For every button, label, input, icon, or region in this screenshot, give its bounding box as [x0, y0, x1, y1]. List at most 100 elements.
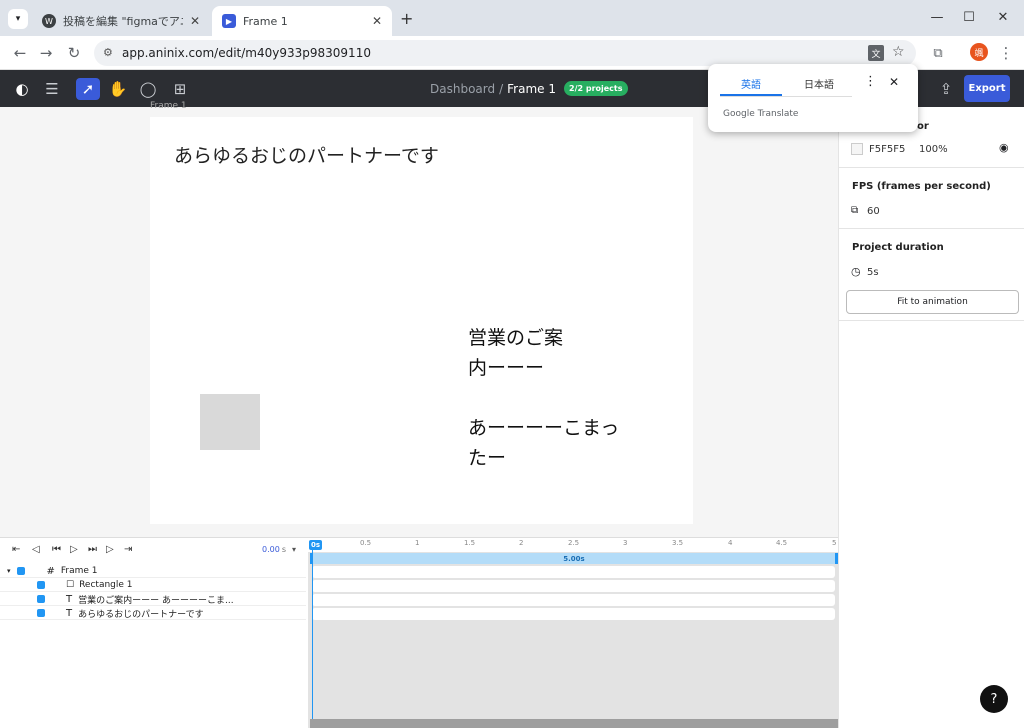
translate-tab-english[interactable]: 英語 — [741, 76, 761, 91]
breadcrumb-frame: Frame 1 — [507, 81, 556, 96]
close-tab-icon[interactable]: ✕ — [190, 14, 200, 28]
tab-title: Frame 1 — [243, 14, 288, 28]
time-input[interactable]: 0.00 s ▾ — [262, 545, 296, 554]
select-tool-icon[interactable]: ➚ — [76, 78, 100, 100]
track-row[interactable] — [312, 608, 835, 620]
tab-edit-post[interactable]: W 投稿を編集 "figmaでアニメーショ ✕ — [32, 6, 210, 36]
google-translate-brand: Google Translate — [723, 109, 799, 119]
timeline-scrollbar[interactable] — [310, 719, 838, 728]
tick-label: 4.5 — [776, 539, 788, 547]
translate-icon[interactable]: 文 — [868, 45, 884, 61]
duration-value[interactable]: 5s — [867, 267, 879, 278]
go-to-end-icon[interactable]: ⇥ — [124, 544, 132, 555]
tab-title: 投稿を編集 "figmaでアニメーショ — [63, 15, 183, 28]
hand-tool-icon[interactable]: ✋ — [106, 78, 130, 100]
expand-icon[interactable]: ▾ — [7, 567, 11, 575]
layer-row-rectangle[interactable]: ☐ Rectangle 1 — [0, 579, 306, 592]
aninix-icon: ▶ — [222, 14, 236, 28]
bookmark-star-icon[interactable]: ☆ — [892, 44, 905, 60]
export-button[interactable]: Export — [964, 75, 1010, 102]
frame[interactable]: あらゆるおじのパートナーです 営業のご案 内ーーー あーーーーこまっ たー — [150, 117, 693, 524]
chevron-down-icon[interactable]: ▾ — [292, 545, 296, 554]
tick-label: 3 — [623, 539, 628, 547]
back-icon[interactable]: ← — [8, 41, 32, 65]
translate-divider — [720, 96, 852, 97]
fps-value[interactable]: 60 — [867, 206, 880, 217]
text-line: たー — [468, 447, 507, 469]
tab-frame-1[interactable]: ▶ Frame 1 ✕ — [212, 6, 392, 36]
fit-to-animation-button[interactable]: Fit to animation — [846, 290, 1019, 314]
clock-icon: ◷ — [851, 265, 861, 278]
frame-text-sales[interactable]: 営業のご案 内ーーー あーーーーこまっ たー — [468, 323, 619, 473]
forward-icon[interactable]: → — [34, 41, 58, 65]
color-hex[interactable]: F5F5F5 — [869, 144, 905, 155]
layer-row-text-partner[interactable]: T あらゆるおじのパートナーです — [0, 607, 306, 620]
translate-close-icon[interactable]: ✕ — [889, 75, 899, 89]
color-opacity[interactable]: 100% — [919, 144, 948, 155]
text-line: 内ーーー — [468, 357, 545, 379]
reload-icon[interactable]: ↻ — [62, 41, 86, 65]
text-line: 営業のご案 — [468, 327, 564, 349]
layer-color — [37, 581, 45, 589]
help-button[interactable]: ? — [980, 685, 1008, 713]
layer-row-frame[interactable]: ▾ # Frame 1 — [0, 565, 306, 578]
tick-label: 0s — [309, 540, 323, 550]
text-icon: T — [66, 593, 73, 605]
layer-color — [37, 595, 45, 603]
frame-rectangle[interactable] — [200, 394, 260, 450]
tick-label: 1 — [415, 539, 420, 547]
go-to-start-icon[interactable]: ⇤ — [12, 544, 20, 555]
menu-icon[interactable]: ☰ — [40, 78, 64, 100]
duration-bar[interactable]: 5.00s — [310, 553, 838, 564]
image-tool-icon[interactable]: ⊞ — [168, 78, 192, 100]
translate-more-icon[interactable]: ⋮ — [864, 74, 877, 89]
playhead[interactable] — [312, 550, 313, 728]
comment-tool-icon[interactable]: ◯ — [136, 78, 160, 100]
tick-label: 4 — [728, 539, 733, 547]
layer-name: Rectangle 1 — [79, 580, 133, 590]
url-text: app.aninix.com/edit/m40y933p98309110 — [122, 46, 371, 60]
translate-tab-japanese[interactable]: 日本語 — [804, 76, 834, 91]
step-back-icon[interactable]: ⏮ — [52, 544, 61, 555]
text-line — [468, 383, 619, 413]
next-keyframe-icon[interactable]: ▷ — [106, 544, 114, 555]
maximize-icon[interactable]: ☐ — [958, 6, 980, 28]
layer-name: あらゆるおじのパートナーです — [78, 609, 204, 620]
eye-icon[interactable]: ◉ — [999, 141, 1009, 154]
breadcrumb-dashboard[interactable]: Dashboard — [430, 82, 495, 96]
tick-label: 5 — [832, 539, 837, 547]
fps-icon: ⧉ — [851, 205, 859, 216]
new-tab-button[interactable]: + — [400, 9, 413, 28]
background-title: or — [917, 121, 929, 132]
track-row[interactable] — [312, 566, 835, 578]
text-line: あーーーーこまっ — [468, 417, 620, 439]
duration-section: Project duration ◷ 5s Fit to animation — [839, 229, 1024, 321]
extensions-icon[interactable]: ⧉ — [926, 41, 950, 65]
layer-name: 営業のご案内ーーー あーーーーこま... — [78, 595, 234, 606]
close-tab-icon[interactable]: ✕ — [372, 14, 382, 28]
properties-panel: or F5F5F5 100% ◉ FPS (frames per second)… — [838, 107, 1024, 728]
tab-search-button[interactable]: ▾ — [8, 9, 28, 29]
color-swatch[interactable] — [851, 143, 863, 155]
track-row[interactable] — [312, 594, 835, 606]
aninix-logo-icon[interactable]: ◐ — [10, 78, 34, 100]
duration-title: Project duration — [852, 242, 944, 253]
layer-row-text-sales[interactable]: T 営業のご案内ーーー あーーーーこま... — [0, 593, 306, 606]
step-forward-icon[interactable]: ⏭ — [88, 544, 97, 555]
chrome-menu-icon[interactable]: ⋮ — [994, 41, 1018, 65]
address-bar[interactable]: ⚙ app.aninix.com/edit/m40y933p98309110 文… — [94, 40, 916, 66]
tick-label: 0.5 — [360, 539, 372, 547]
projects-badge: 2/2 projects — [564, 81, 628, 96]
close-window-icon[interactable]: ✕ — [992, 6, 1014, 28]
site-settings-icon[interactable]: ⚙ — [103, 46, 113, 59]
tick-label: 2 — [519, 539, 524, 547]
frame-text-partner[interactable]: あらゆるおじのパートナーです — [174, 141, 439, 168]
tick-label: 3.5 — [672, 539, 684, 547]
minimize-icon[interactable]: — — [926, 6, 948, 28]
play-icon[interactable]: ▷ — [70, 544, 78, 555]
share-icon[interactable]: ⇪ — [934, 78, 958, 100]
profile-avatar[interactable]: 颯 — [970, 43, 988, 61]
track-row[interactable] — [312, 580, 835, 592]
prev-keyframe-icon[interactable]: ◁ — [32, 544, 40, 555]
fps-title: FPS (frames per second) — [852, 181, 991, 192]
